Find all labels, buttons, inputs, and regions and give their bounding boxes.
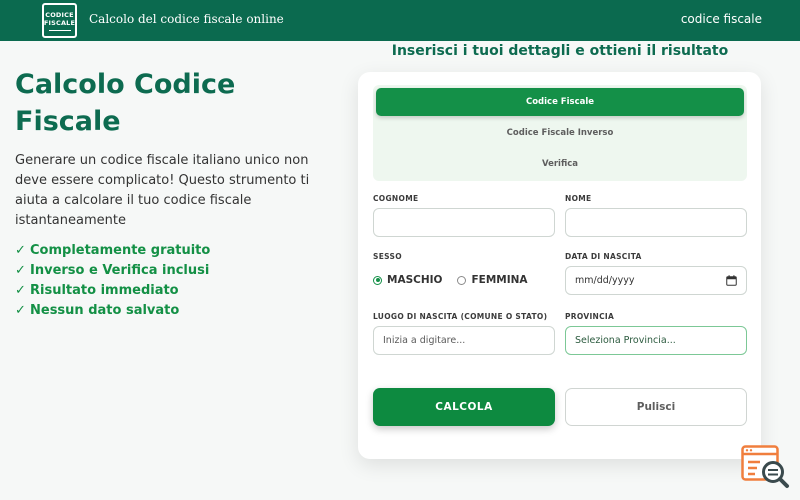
provincia-label: PROVINCIA <box>565 312 615 321</box>
sesso-radio-group: MASCHIO FEMMINA <box>373 274 543 286</box>
mode-tabs: Codice Fiscale Codice Fiscale Inverso Ve… <box>373 85 747 181</box>
radio-femmina[interactable]: FEMMINA <box>457 274 528 286</box>
cognome-input[interactable] <box>373 208 555 237</box>
calendar-icon[interactable] <box>726 275 737 286</box>
site-logo[interactable]: CODICE FISCALE <box>42 3 77 38</box>
luogo-nascita-placeholder: Inizia a digitare... <box>383 335 466 346</box>
feature-text: Nessun dato salvato <box>30 303 180 318</box>
radio-femmina-button[interactable] <box>457 275 467 285</box>
nome-input[interactable] <box>565 208 747 237</box>
feature-item: ✓ Completamente gratuito <box>15 241 210 261</box>
feature-text: Completamente gratuito <box>30 243 211 258</box>
feature-item: ✓ Inverso e Verifica inclusi <box>15 261 210 281</box>
logo-text-line1: CODICE <box>45 10 74 19</box>
radio-maschio-label[interactable]: MASCHIO <box>387 274 442 286</box>
page-description: Generare un codice fiscale italiano unic… <box>15 153 310 228</box>
form-heading: Inserisci i tuoi dettagli e ottieni il r… <box>391 43 729 59</box>
checkmark-icon: ✓ <box>15 243 26 258</box>
sesso-label: SESSO <box>373 252 402 261</box>
nav-link-codice-fiscale[interactable]: codice fiscale <box>681 12 762 26</box>
tab-codice-fiscale[interactable]: Codice Fiscale <box>376 88 744 116</box>
provincia-select[interactable]: Seleziona Provincia... <box>565 326 747 355</box>
feature-text: Inverso e Verifica inclusi <box>30 263 210 278</box>
radio-maschio-button[interactable] <box>373 275 382 285</box>
checkmark-icon: ✓ <box>15 283 26 298</box>
feature-list: ✓ Completamente gratuito ✓ Inverso e Verif… <box>15 241 210 321</box>
data-nascita-input[interactable]: mm/dd/yyyy <box>565 266 747 295</box>
luogo-nascita-label: LUOGO DI NASCITA (COMUNE O STATO) <box>373 312 548 321</box>
page-title: Calcolo Codice Fiscale <box>15 69 236 137</box>
radio-femmina-label[interactable]: FEMMINA <box>471 274 527 286</box>
search-document-icon[interactable] <box>741 445 791 490</box>
provincia-selected-value: Seleziona Provincia... <box>575 335 676 346</box>
tab-codice-fiscale-inverso[interactable]: Codice Fiscale Inverso <box>376 119 744 147</box>
feature-item: ✓ Risultato immediato <box>15 281 210 301</box>
site-title[interactable]: Calcolo del codice fiscale online <box>89 12 284 26</box>
luogo-nascita-input[interactable]: Inizia a digitare... <box>373 326 555 355</box>
data-nascita-label: DATA DI NASCITA <box>565 252 642 261</box>
feature-item: ✓ Nessun dato salvato <box>15 301 210 321</box>
feature-text: Risultato immediato <box>30 283 179 298</box>
nome-label: NOME <box>565 194 592 203</box>
form-card: Codice Fiscale Codice Fiscale Inverso Ve… <box>358 72 761 459</box>
cognome-label: COGNOME <box>373 194 419 203</box>
pulisci-button[interactable]: Pulisci <box>565 388 747 426</box>
radio-maschio[interactable]: MASCHIO <box>373 274 442 286</box>
logo-underline <box>48 29 71 31</box>
calcola-button[interactable]: CALCOLA <box>373 388 555 426</box>
checkmark-icon: ✓ <box>15 263 26 278</box>
checkmark-icon: ✓ <box>15 303 26 318</box>
top-navbar: CODICE FISCALE Calcolo del codice fiscal… <box>0 0 800 41</box>
logo-text-line2: FISCALE <box>43 18 76 27</box>
tab-verifica[interactable]: Verifica <box>376 150 744 178</box>
data-nascita-placeholder: mm/dd/yyyy <box>575 275 635 286</box>
